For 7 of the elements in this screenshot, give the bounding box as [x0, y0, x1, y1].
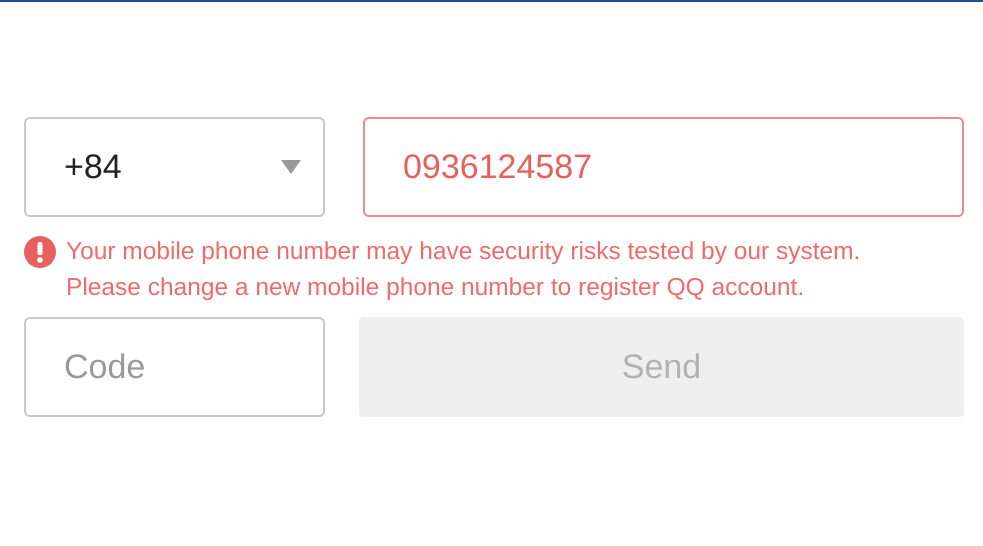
phone-input-field[interactable]: 0936124587 [363, 117, 964, 217]
error-icon [24, 236, 56, 268]
error-message: Please change a new mobile phone number to register QQ account. [66, 273, 806, 303]
code-input-field[interactable]: Code [24, 317, 325, 417]
caret-icon [281, 160, 301, 174]
country-code-dropdown[interactable]: +84 [24, 117, 325, 217]
error-message: Your mobile phone number may have security risks tested by our system. [66, 237, 860, 267]
